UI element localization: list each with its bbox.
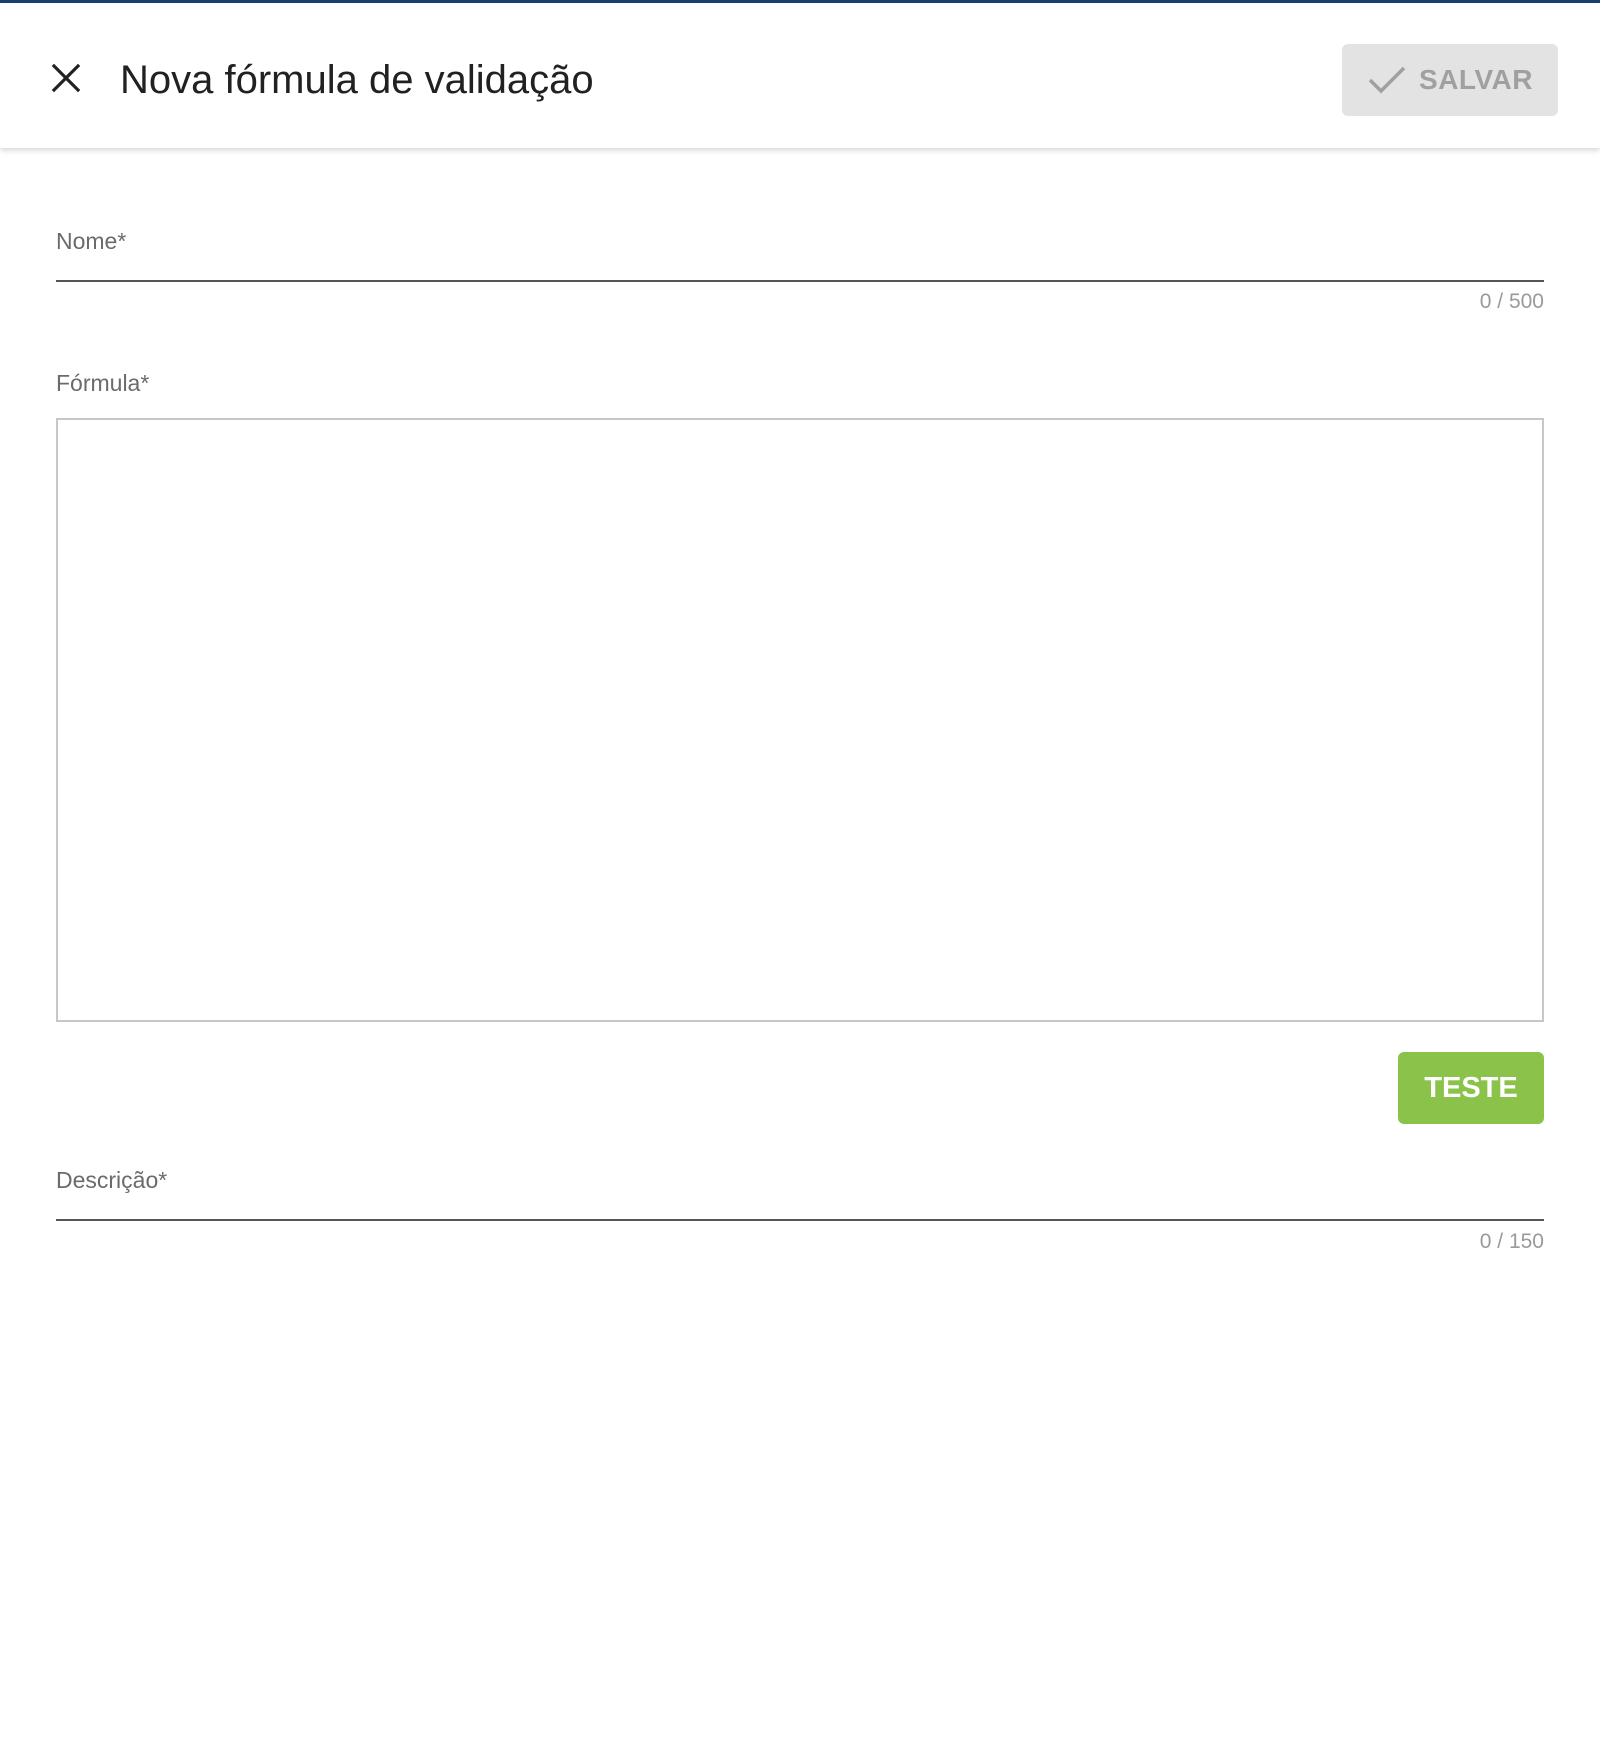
name-input[interactable] [56,242,1544,282]
save-button[interactable]: SALVAR [1342,44,1558,116]
close-icon [51,63,81,93]
close-button[interactable] [44,56,88,100]
formula-textarea[interactable] [56,418,1544,1022]
test-button[interactable]: TESTE [1398,1052,1544,1124]
description-input[interactable] [56,1181,1544,1221]
check-icon [1368,66,1406,94]
top-accent-bar [0,0,1600,3]
dialog-title: Nova fórmula de validação [120,58,594,102]
description-char-counter: 0 / 150 [1479,1230,1544,1253]
dialog-header: Nova fórmula de validação SALVAR [0,0,1600,148]
name-char-counter: 0 / 500 [1479,290,1544,313]
save-button-label: SALVAR [1419,64,1533,95]
formula-field-label: Fórmula* [56,370,150,396]
